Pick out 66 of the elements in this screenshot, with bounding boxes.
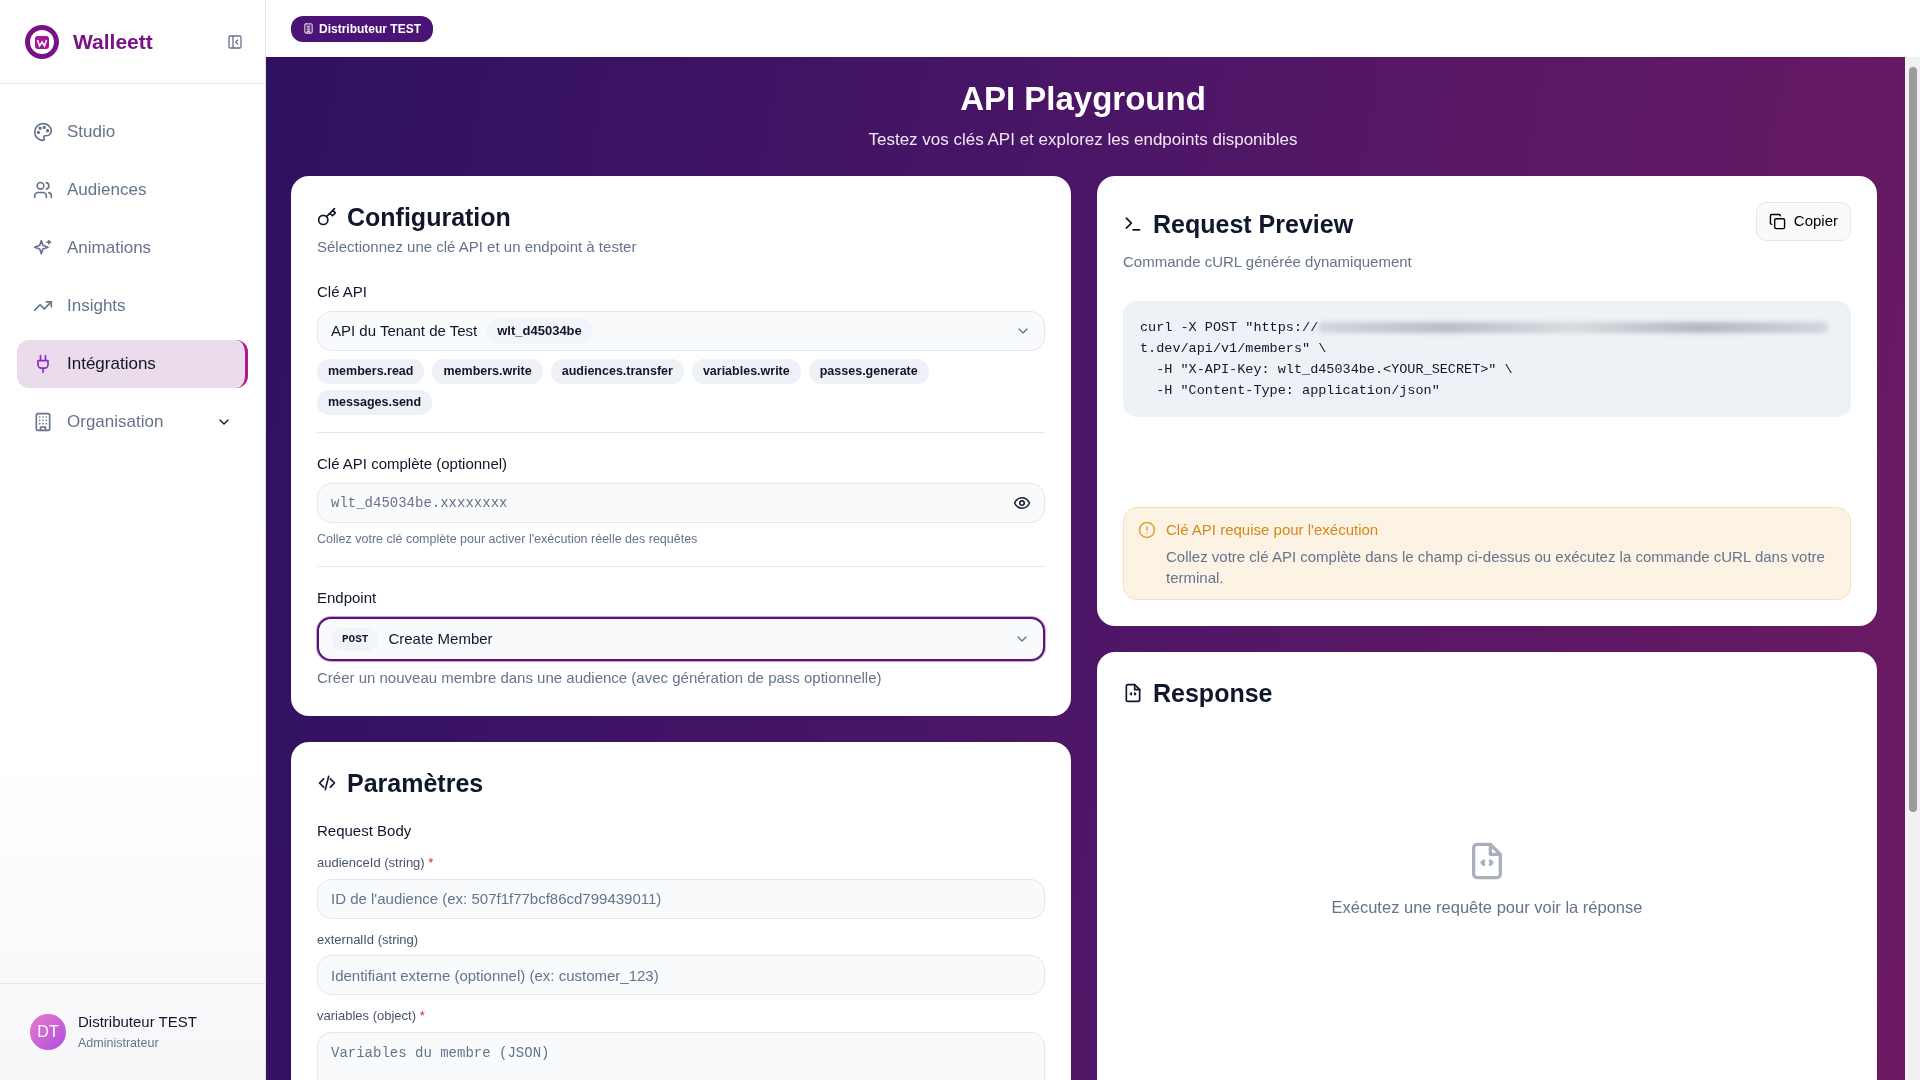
palette-icon [33, 122, 53, 142]
copy-button[interactable]: Copier [1755, 202, 1851, 241]
card-title: Configuration [347, 202, 511, 233]
users-icon [33, 180, 53, 200]
select-value: Create Member [388, 629, 493, 650]
building-icon [33, 412, 53, 432]
code-line: t.dev/api/v1/members" \ [1140, 340, 1327, 359]
required-mark: * [428, 855, 434, 871]
warning-title: Clé API requise pour l'exécution [1166, 520, 1380, 541]
required-mark: * [419, 1008, 425, 1024]
key-prefix-tag: wlt_d45034be [487, 318, 592, 344]
page-title: API Playground [959, 79, 1207, 119]
code-line: -H "Content-Type: application/json" [1155, 382, 1440, 401]
scope-tag: members.read [317, 359, 425, 384]
field-label: Clé API [317, 281, 369, 302]
sidebar-item[interactable]: Animations [17, 224, 248, 272]
card-title: Response [1153, 677, 1273, 708]
code-line: curl -X POST "https:// [1140, 319, 1319, 338]
field-label: variables (object) [317, 1008, 416, 1024]
code-line: -H "X-API-Key: wlt_d45034be.<YOUR_SECRET>" \ [1155, 361, 1513, 380]
field-label: audienceId (string) [317, 855, 425, 871]
scope-tag: members.write [432, 359, 543, 384]
section-label: Request Body [317, 820, 413, 841]
user-avatar: DT [30, 1014, 66, 1050]
key-icon [317, 207, 337, 228]
scope-tag: passes.generate [808, 359, 929, 384]
tenant-badge: Distributeur TEST [291, 15, 433, 42]
help-text: Collez votre clé complète pour activer l'exécution réelle des requêtes [317, 531, 699, 549]
method-tag: POST [332, 628, 379, 651]
endpoint-select[interactable]: POST Create Member [317, 617, 1045, 662]
card-title: Request Preview [1153, 209, 1354, 240]
sidebar-toggle-icon [227, 34, 243, 51]
scope-tag: messages.send [317, 389, 433, 415]
user-role: Administrateur [78, 1034, 160, 1052]
select-value: API du Tenant de Test [331, 320, 478, 341]
sidebar-item[interactable]: Audiences [17, 166, 248, 214]
file-code-icon [1123, 682, 1143, 703]
scrollbar[interactable] [1905, 57, 1920, 1080]
user-name: Distributeur TEST [78, 1012, 197, 1033]
card-subtitle: Commande cURL générée dynamiquement [1123, 251, 1413, 272]
page-subtitle: Testez vos clés API et explorez les endpoints disponibles [867, 128, 1299, 151]
json-textarea[interactable]: Variables du membre (JSON) [317, 1031, 1045, 1080]
scope-tag: variables.write [691, 359, 801, 384]
app-name: Walleett [73, 28, 153, 55]
help-text: Créer un nouveau membre dans une audience (avec génération de pass optionnelle) [317, 668, 883, 689]
sidebar-item[interactable]: Organisation [17, 398, 248, 446]
card-title: Paramètres [347, 767, 484, 798]
field-label: externalId (string) [317, 931, 419, 947]
sidebar-item[interactable]: Studio [17, 108, 248, 156]
api-key-input[interactable]: wlt_d45034be.xxxxxxxx [317, 483, 1045, 524]
alert-circle-icon [1138, 521, 1156, 540]
building-icon [303, 23, 314, 34]
logo-icon [25, 24, 59, 59]
field-label: Clé API complète (optionnel) [317, 453, 509, 474]
card-subtitle: Sélectionnez une clé API et un endpoint à tester [317, 237, 638, 258]
sparkles-icon [33, 238, 53, 258]
sidebar-item[interactable]: Intégrations [17, 340, 248, 388]
text-input[interactable]: ID de l'audience (ex: 507f1f77bcf86cd799439011) [317, 878, 1045, 919]
warning-text: Collez votre clé API complète dans le champ ci-dessus ou exécutez la commande cURL dans votre terminal. [1166, 546, 1826, 588]
field-label: Endpoint [317, 587, 378, 608]
empty-state-text: Exécutez une requête pour voir la réponse [1331, 896, 1643, 918]
scope-tag: audiences.transfer [550, 359, 684, 384]
sidebar-item[interactable]: Insights [17, 282, 248, 330]
text-input[interactable]: Identifiant externe (optionnel) (ex: customer_123) [317, 955, 1045, 996]
copy-icon [1768, 212, 1786, 230]
api-key-select[interactable]: API du Tenant de Test wlt_d45034be [317, 311, 1045, 352]
